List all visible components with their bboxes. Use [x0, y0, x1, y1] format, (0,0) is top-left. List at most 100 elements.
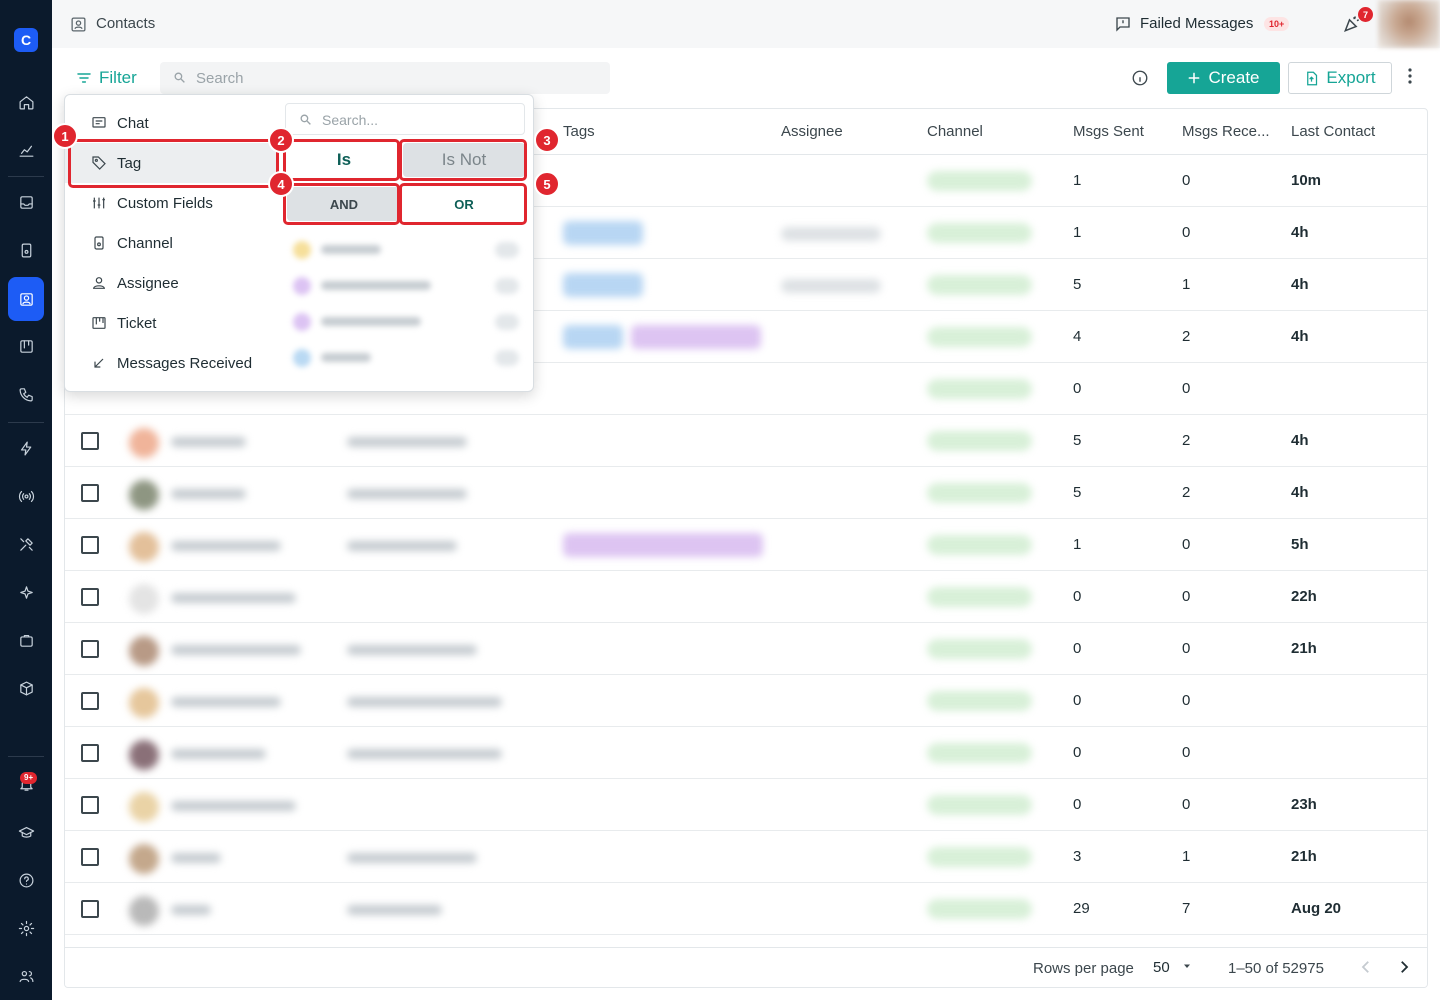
filter-button[interactable]: Filter: [76, 68, 137, 88]
table-footer: Rows per page 50 1–50 of 52975: [65, 947, 1427, 987]
contact-phone: [347, 749, 502, 759]
table-row[interactable]: 0 0 23h: [65, 779, 1427, 831]
contact-name: [171, 749, 266, 759]
academy-icon[interactable]: [8, 814, 44, 850]
filter-option-label: Assignee: [117, 274, 179, 292]
contact-phone: [347, 437, 467, 447]
call-icon[interactable]: [8, 376, 44, 412]
msgs-received-cell: 1: [1182, 276, 1191, 293]
msgs-sent-cell: 0: [1073, 380, 1082, 397]
column-header-last-contact[interactable]: Last Contact: [1291, 123, 1375, 140]
package-icon[interactable]: [8, 670, 44, 706]
chart-icon[interactable]: [8, 132, 44, 168]
sliders-icon: [91, 195, 107, 211]
tag-chip: [563, 221, 643, 245]
settings-icon[interactable]: [8, 910, 44, 946]
contact-phone: [347, 489, 467, 499]
table-row[interactable]: 5 2 4h: [65, 415, 1427, 467]
msgs-sent-cell: 0: [1073, 692, 1082, 709]
row-checkbox[interactable]: [81, 536, 99, 554]
column-header-channel[interactable]: Channel: [927, 123, 983, 140]
export-button[interactable]: Export: [1288, 62, 1392, 94]
tag-list-item[interactable]: [287, 311, 523, 333]
row-checkbox[interactable]: [81, 796, 99, 814]
contact-name: [171, 697, 281, 707]
filter-option-custom-fields[interactable]: Custom Fields: [65, 183, 279, 223]
msgs-sent-cell: 3: [1073, 848, 1082, 865]
table-row[interactable]: 5 2 4h: [65, 467, 1427, 519]
contact-avatar: [129, 428, 159, 458]
search-placeholder: Search: [196, 70, 244, 87]
row-checkbox[interactable]: [81, 432, 99, 450]
help-icon[interactable]: [8, 862, 44, 898]
table-row[interactable]: 29 7 Aug 20: [65, 883, 1427, 935]
row-checkbox[interactable]: [81, 640, 99, 658]
rows-per-page-label: Rows per page: [1033, 960, 1134, 977]
channel-badge: [927, 483, 1032, 503]
broadcast-icon[interactable]: [8, 478, 44, 514]
tag-list-item[interactable]: [287, 239, 523, 261]
search-icon: [173, 71, 186, 84]
tools-icon[interactable]: [8, 526, 44, 562]
team-icon[interactable]: [8, 958, 44, 994]
contact-phone: [347, 697, 502, 707]
lightning-icon[interactable]: [8, 430, 44, 466]
filter-option-messages-received[interactable]: Messages Received: [65, 343, 279, 383]
briefcase-icon[interactable]: [8, 622, 44, 658]
top-bar: Contacts Failed Messages 10+ 7: [52, 0, 1440, 48]
chevron-left-icon[interactable]: [1357, 958, 1375, 976]
contact-avatar: [129, 480, 159, 510]
row-checkbox[interactable]: [81, 744, 99, 762]
row-checkbox[interactable]: [81, 692, 99, 710]
phone-device-icon[interactable]: [8, 232, 44, 268]
caret-down-icon[interactable]: [1181, 960, 1193, 972]
last-contact-cell: 4h: [1291, 328, 1309, 345]
table-row[interactable]: 3 1 21h: [65, 831, 1427, 883]
tag-list-item[interactable]: [287, 347, 523, 369]
info-icon[interactable]: [1131, 69, 1149, 87]
row-checkbox[interactable]: [81, 900, 99, 918]
plus-icon: [1187, 71, 1201, 85]
sparkle-icon[interactable]: [8, 574, 44, 610]
column-header-assignee[interactable]: Assignee: [781, 123, 843, 140]
filter-option-channel[interactable]: Channel: [65, 223, 279, 263]
column-header-tags[interactable]: Tags: [563, 123, 595, 140]
row-checkbox[interactable]: [81, 588, 99, 606]
contacts-nav-icon[interactable]: [8, 277, 44, 321]
table-row[interactable]: 0 0: [65, 675, 1427, 727]
annotation-highlight: [399, 183, 527, 225]
msgs-received-cell: 0: [1182, 640, 1191, 657]
last-contact-cell: 22h: [1291, 588, 1317, 605]
row-checkbox[interactable]: [81, 484, 99, 502]
app-logo[interactable]: C: [14, 28, 38, 52]
create-button[interactable]: Create: [1167, 62, 1280, 94]
msgs-sent-cell: 29: [1073, 900, 1090, 917]
column-header-msgs-sent[interactable]: Msgs Sent: [1073, 123, 1144, 140]
board-icon[interactable]: [8, 328, 44, 364]
user-avatar[interactable]: [1378, 0, 1440, 48]
table-row[interactable]: 1 0 5h: [65, 519, 1427, 571]
table-row[interactable]: 0 0: [65, 727, 1427, 779]
filter-search-input[interactable]: Search...: [285, 103, 525, 135]
assignee-chip: [781, 279, 881, 293]
row-checkbox[interactable]: [81, 848, 99, 866]
annotation-marker: 3: [534, 127, 560, 153]
failed-messages-button[interactable]: Failed Messages: [1140, 15, 1253, 32]
annotation-highlight: [68, 139, 279, 188]
rows-per-page-select[interactable]: 50: [1153, 959, 1170, 976]
home-icon[interactable]: [8, 84, 44, 120]
table-row[interactable]: 0 0 21h: [65, 623, 1427, 675]
inbox-icon[interactable]: [8, 184, 44, 220]
table-row[interactable]: 0 0 22h: [65, 571, 1427, 623]
column-header-msgs-received[interactable]: Msgs Rece...: [1182, 123, 1270, 140]
contacts-icon: [70, 16, 87, 33]
more-options-icon[interactable]: [1408, 68, 1412, 84]
chevron-right-icon[interactable]: [1395, 958, 1413, 976]
filter-option-chat[interactable]: Chat: [65, 103, 279, 143]
channel-badge: [927, 639, 1032, 659]
filter-option-ticket[interactable]: Ticket: [65, 303, 279, 343]
failed-messages-icon[interactable]: [1114, 15, 1132, 33]
search-input[interactable]: Search: [160, 62, 610, 94]
filter-option-assignee[interactable]: Assignee: [65, 263, 279, 303]
tag-list-item[interactable]: [287, 275, 523, 297]
